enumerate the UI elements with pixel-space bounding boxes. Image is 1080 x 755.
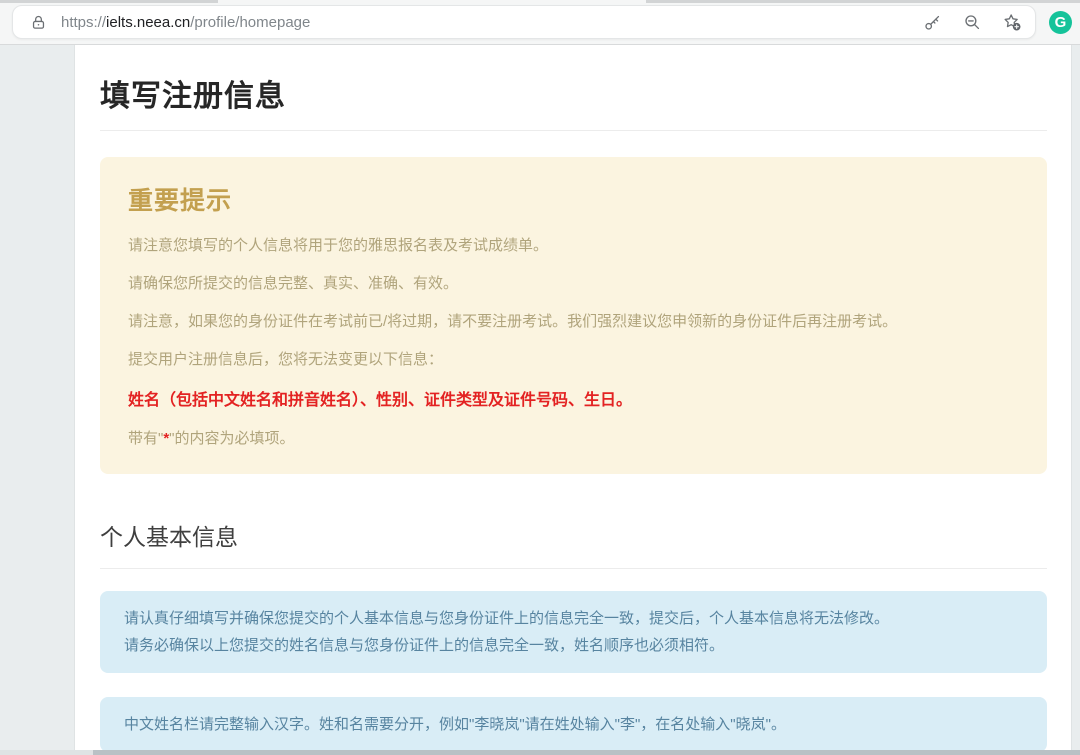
screenshot-bottom-edge — [0, 750, 1080, 755]
registration-page: 填写注册信息 重要提示 请注意您填写的个人信息将用于您的雅思报名表及考试成绩单。… — [76, 45, 1071, 755]
notice-line: 提交用户注册信息后，您将无法变更以下信息： — [128, 351, 444, 368]
grammarly-icon[interactable]: G — [1049, 11, 1072, 34]
url-text[interactable]: https://ielts.neea.cn/profile/homepage — [61, 14, 921, 31]
tab-strip-left — [0, 0, 218, 3]
title-divider — [100, 130, 1047, 131]
notice-line: 请注意，如果您的身份证件在考试前已/将过期，请不要注册考试。我们强烈建议您申领新… — [128, 313, 898, 330]
left-gutter — [0, 45, 75, 755]
section-title-basic-info: 个人基本信息 — [100, 524, 238, 550]
browser-toolbar: https://ielts.neea.cn/profile/homepage G — [0, 0, 1080, 45]
required-note: 带有"*"的内容为必填项。 — [128, 430, 295, 447]
address-bar[interactable]: https://ielts.neea.cn/profile/homepage — [12, 5, 1036, 39]
section-divider — [100, 568, 1047, 569]
tab-strip-right — [646, 0, 1080, 3]
screenshot-bottom-edge-left — [0, 750, 93, 755]
info-line: 请认真仔细填写并确保您提交的个人基本信息与您身份证件上的信息完全一致，提交后，个… — [124, 610, 890, 627]
bookmark-add-icon[interactable] — [1001, 11, 1023, 33]
grammarly-letter: G — [1054, 14, 1067, 31]
key-icon[interactable] — [921, 11, 943, 33]
notice-heading: 重要提示 — [128, 187, 233, 215]
zoom-out-icon[interactable] — [961, 11, 983, 33]
url-scheme: https:// — [61, 13, 107, 31]
url-domain: ielts.neea.cn — [106, 13, 191, 31]
important-notice-box: 重要提示 请注意您填写的个人信息将用于您的雅思报名表及考试成绩单。 请确保您所提… — [100, 157, 1047, 474]
lock-icon[interactable] — [27, 11, 49, 33]
notice-line: 请确保您所提交的信息完整、真实、准确、有效。 — [128, 275, 459, 292]
page-title: 填写注册信息 — [100, 80, 286, 113]
url-path: /profile/homepage — [190, 13, 311, 31]
info-box-identity: 请认真仔细填写并确保您提交的个人基本信息与您身份证件上的信息完全一致，提交后，个… — [100, 591, 1047, 673]
right-gutter — [1071, 45, 1080, 755]
notice-warning-line: 姓名（包括中文姓名和拼音姓名）、性别、证件类型及证件号码、生日。 — [128, 392, 633, 409]
info-line: 请务必确保以上您提交的姓名信息与您身份证件上的信息完全一致，姓名顺序也必须相符。 — [124, 637, 725, 654]
info-box-chinese-name: 中文姓名栏请完整输入汉字。姓和名需要分开，例如"李晓岚"请在姓处输入"李"，在名… — [100, 697, 1047, 752]
info-line: 中文姓名栏请完整输入汉字。姓和名需要分开，例如"李晓岚"请在姓处输入"李"，在名… — [124, 716, 786, 733]
notice-line: 请注意您填写的个人信息将用于您的雅思报名表及考试成绩单。 — [128, 237, 549, 254]
page-area: 填写注册信息 重要提示 请注意您填写的个人信息将用于您的雅思报名表及考试成绩单。… — [0, 45, 1080, 755]
